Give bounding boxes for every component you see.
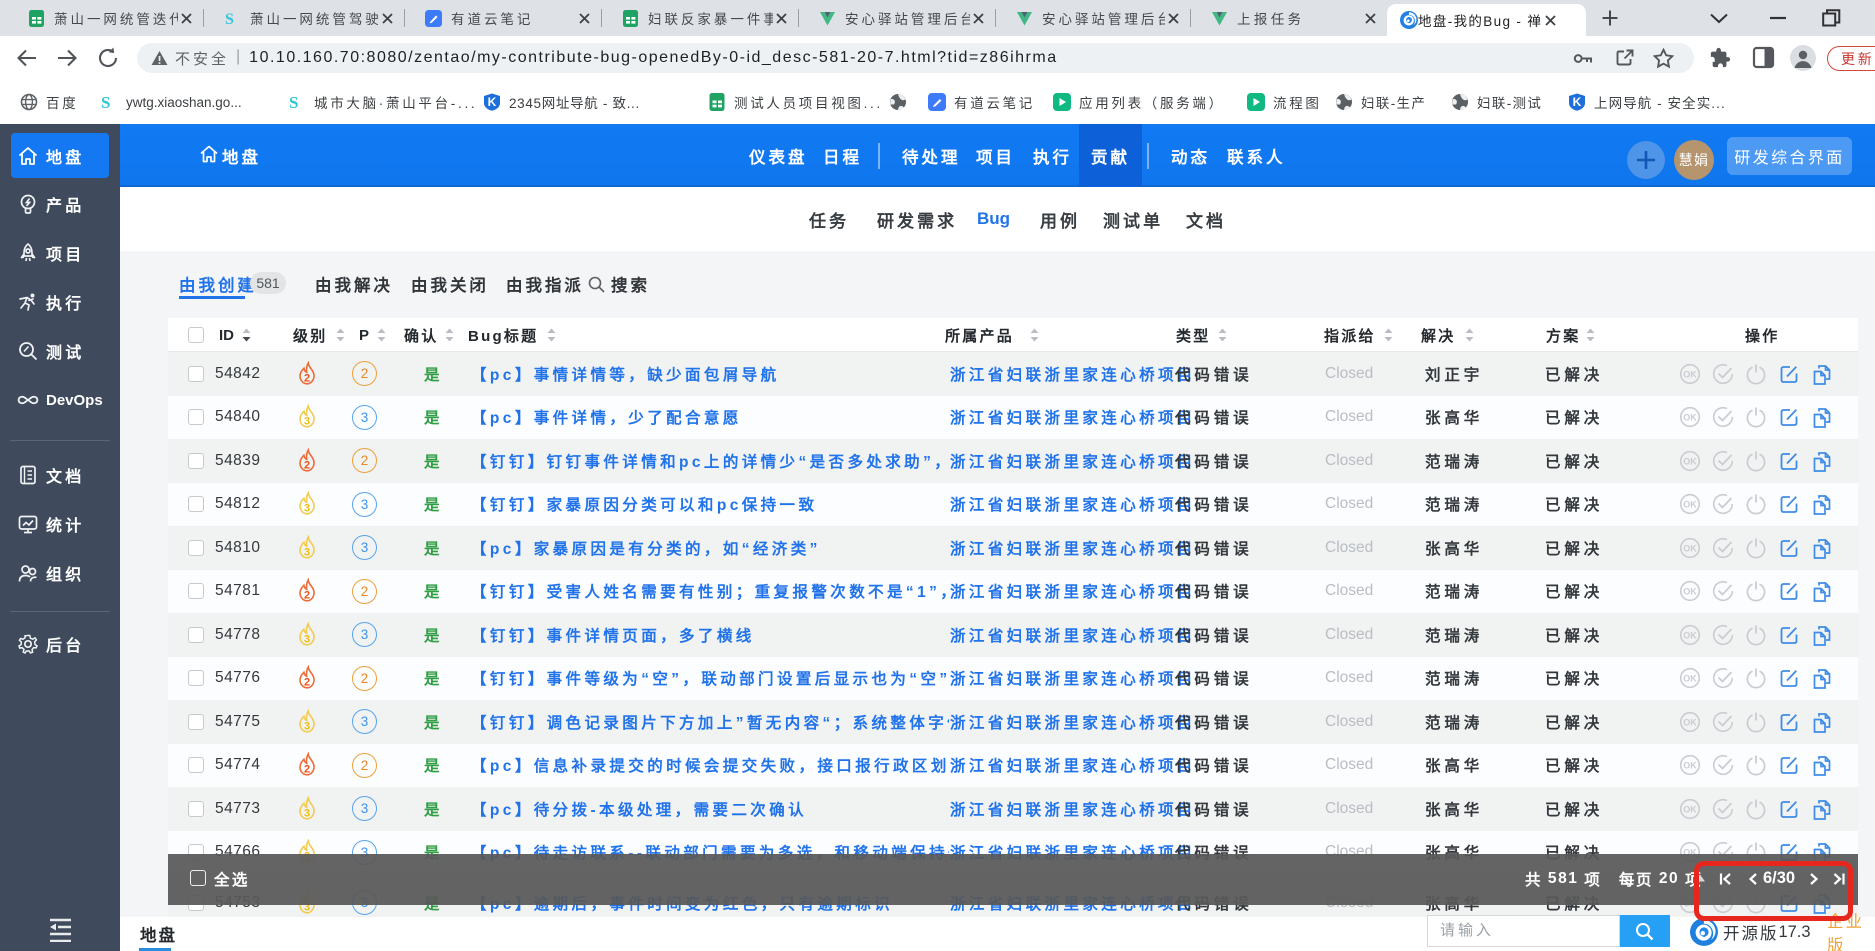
svg-text:2: 2 xyxy=(304,459,310,471)
svg-text:OK: OK xyxy=(1683,500,1697,510)
svg-text:K: K xyxy=(488,95,497,109)
svg-text:3: 3 xyxy=(304,720,310,732)
svg-text:K: K xyxy=(1573,95,1582,109)
svg-text:OK: OK xyxy=(1683,543,1697,553)
svg-text:3: 3 xyxy=(304,807,310,819)
svg-text:2: 2 xyxy=(304,677,310,689)
svg-text:3: 3 xyxy=(304,546,310,558)
svg-text:2: 2 xyxy=(304,590,310,602)
svg-text:3: 3 xyxy=(304,416,310,428)
svg-text:S: S xyxy=(225,11,234,27)
svg-text:3: 3 xyxy=(304,503,310,515)
svg-text:OK: OK xyxy=(1683,761,1697,771)
svg-text:OK: OK xyxy=(1683,804,1697,814)
svg-text:S: S xyxy=(101,93,110,111)
svg-text:S: S xyxy=(289,93,298,111)
svg-text:3: 3 xyxy=(304,633,310,645)
svg-text:OK: OK xyxy=(1683,587,1697,597)
svg-text:OK: OK xyxy=(1683,674,1697,684)
svg-text:OK: OK xyxy=(1683,630,1697,640)
svg-text:2: 2 xyxy=(304,764,310,776)
svg-text:OK: OK xyxy=(1683,413,1697,423)
svg-text:OK: OK xyxy=(1683,456,1697,466)
svg-text:2: 2 xyxy=(304,372,310,384)
svg-text:OK: OK xyxy=(1683,369,1697,379)
svg-text:OK: OK xyxy=(1683,717,1697,727)
